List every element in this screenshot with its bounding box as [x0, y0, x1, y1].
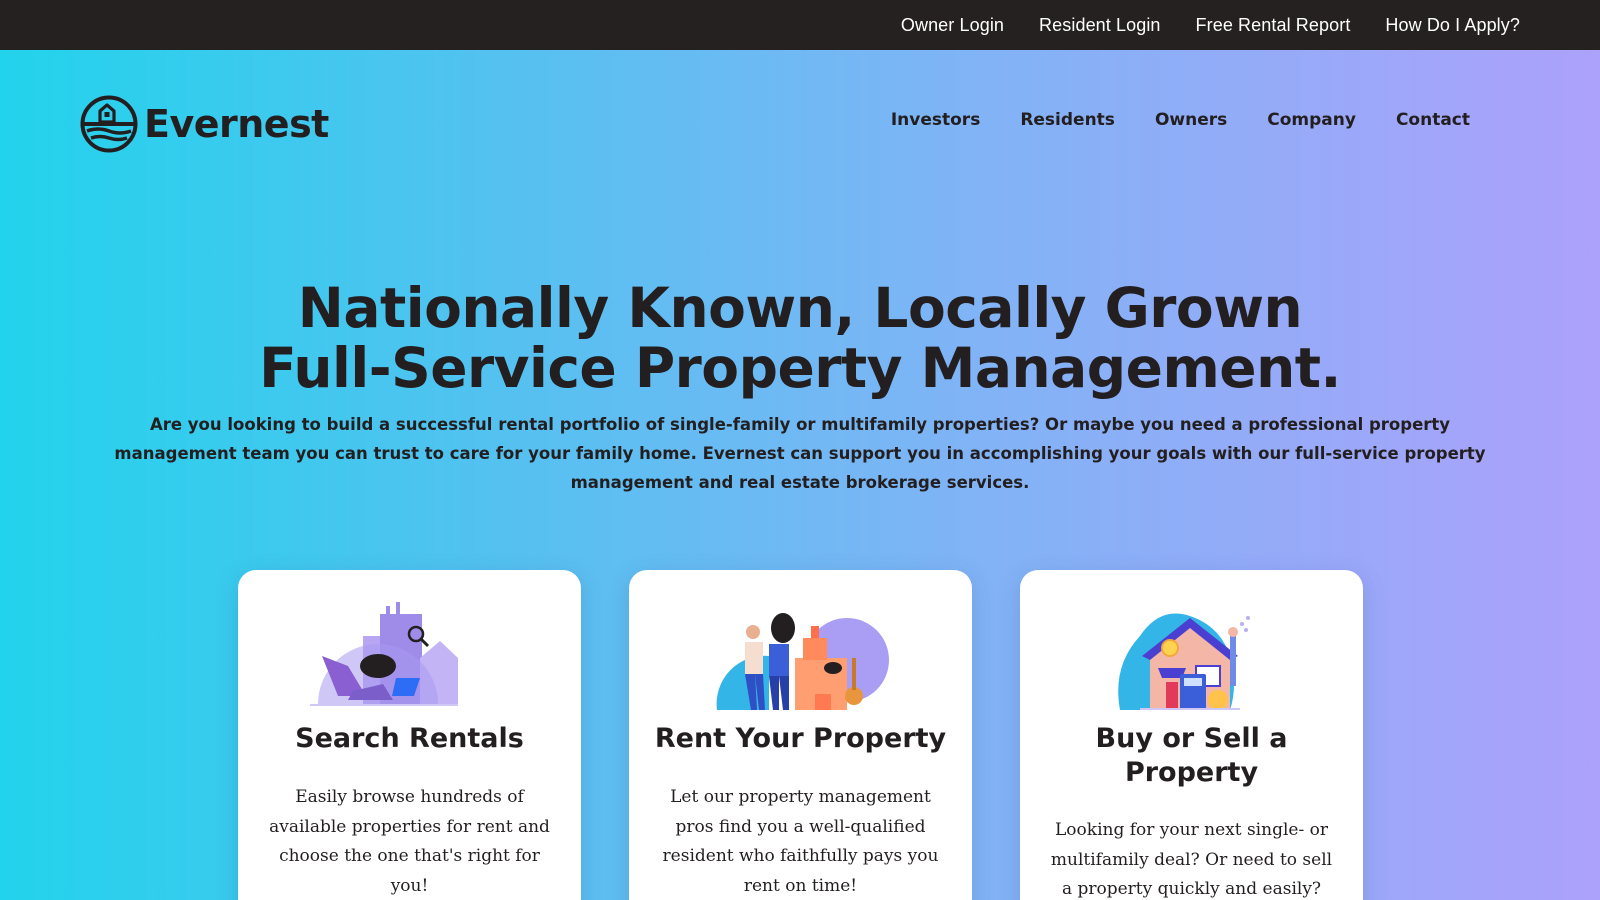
- nav-contact[interactable]: Contact: [1396, 110, 1470, 130]
- hero-subtitle: Are you looking to build a successful re…: [114, 415, 1486, 492]
- hero-headline-line2: Full-Service Property Management.: [259, 336, 1341, 400]
- evernest-logo-link[interactable]: Evernest: [80, 95, 329, 153]
- utility-bar: Owner Login Resident Login Free Rental R…: [0, 0, 1600, 50]
- rent-property-illustration: [716, 613, 889, 710]
- search-rentals-illustration: [310, 602, 458, 706]
- search-rentals-card[interactable]: Search Rentals Easily browse hundreds of…: [238, 570, 581, 900]
- nav-residents[interactable]: Residents: [1020, 110, 1115, 130]
- card-text-rent-your-property: Let our property management pros find yo…: [662, 787, 939, 896]
- buy-sell-house-illustration: [1118, 613, 1250, 710]
- card-title-search-rentals: Search Rentals: [295, 723, 524, 754]
- hero-headline: Nationally Known, Locally Grown Full-Ser…: [0, 278, 1600, 398]
- nav-owners[interactable]: Owners: [1155, 110, 1227, 130]
- card-text-search-rentals: Easily browse hundreds of available prop…: [269, 787, 550, 896]
- hero-section: Evernest Investors Residents Owners Comp…: [0, 50, 1600, 900]
- brand-name: Evernest: [144, 102, 329, 146]
- main-navigation: Investors Residents Owners Company Conta…: [891, 110, 1470, 130]
- card-text-buy-or-sell: Looking for your next single- or multifa…: [1050, 820, 1333, 899]
- card-title-rent-your-property: Rent Your Property: [654, 723, 947, 754]
- card-title-buy-or-sell: Buy or Sell a Property: [1095, 723, 1288, 788]
- rent-your-property-card[interactable]: Rent Your Property Let our property mana…: [629, 570, 972, 900]
- buy-or-sell-card[interactable]: Buy or Sell a Property Looking for your …: [1020, 570, 1363, 900]
- hero-headline-line1: Nationally Known, Locally Grown: [297, 276, 1303, 340]
- nav-company[interactable]: Company: [1267, 110, 1356, 130]
- evernest-logo-icon: [80, 95, 138, 153]
- free-rental-report-link[interactable]: Free Rental Report: [1196, 15, 1351, 36]
- nav-investors[interactable]: Investors: [891, 110, 980, 130]
- how-do-i-apply-link[interactable]: How Do I Apply?: [1385, 15, 1520, 36]
- owner-login-link[interactable]: Owner Login: [901, 15, 1004, 36]
- resident-login-link[interactable]: Resident Login: [1039, 15, 1161, 36]
